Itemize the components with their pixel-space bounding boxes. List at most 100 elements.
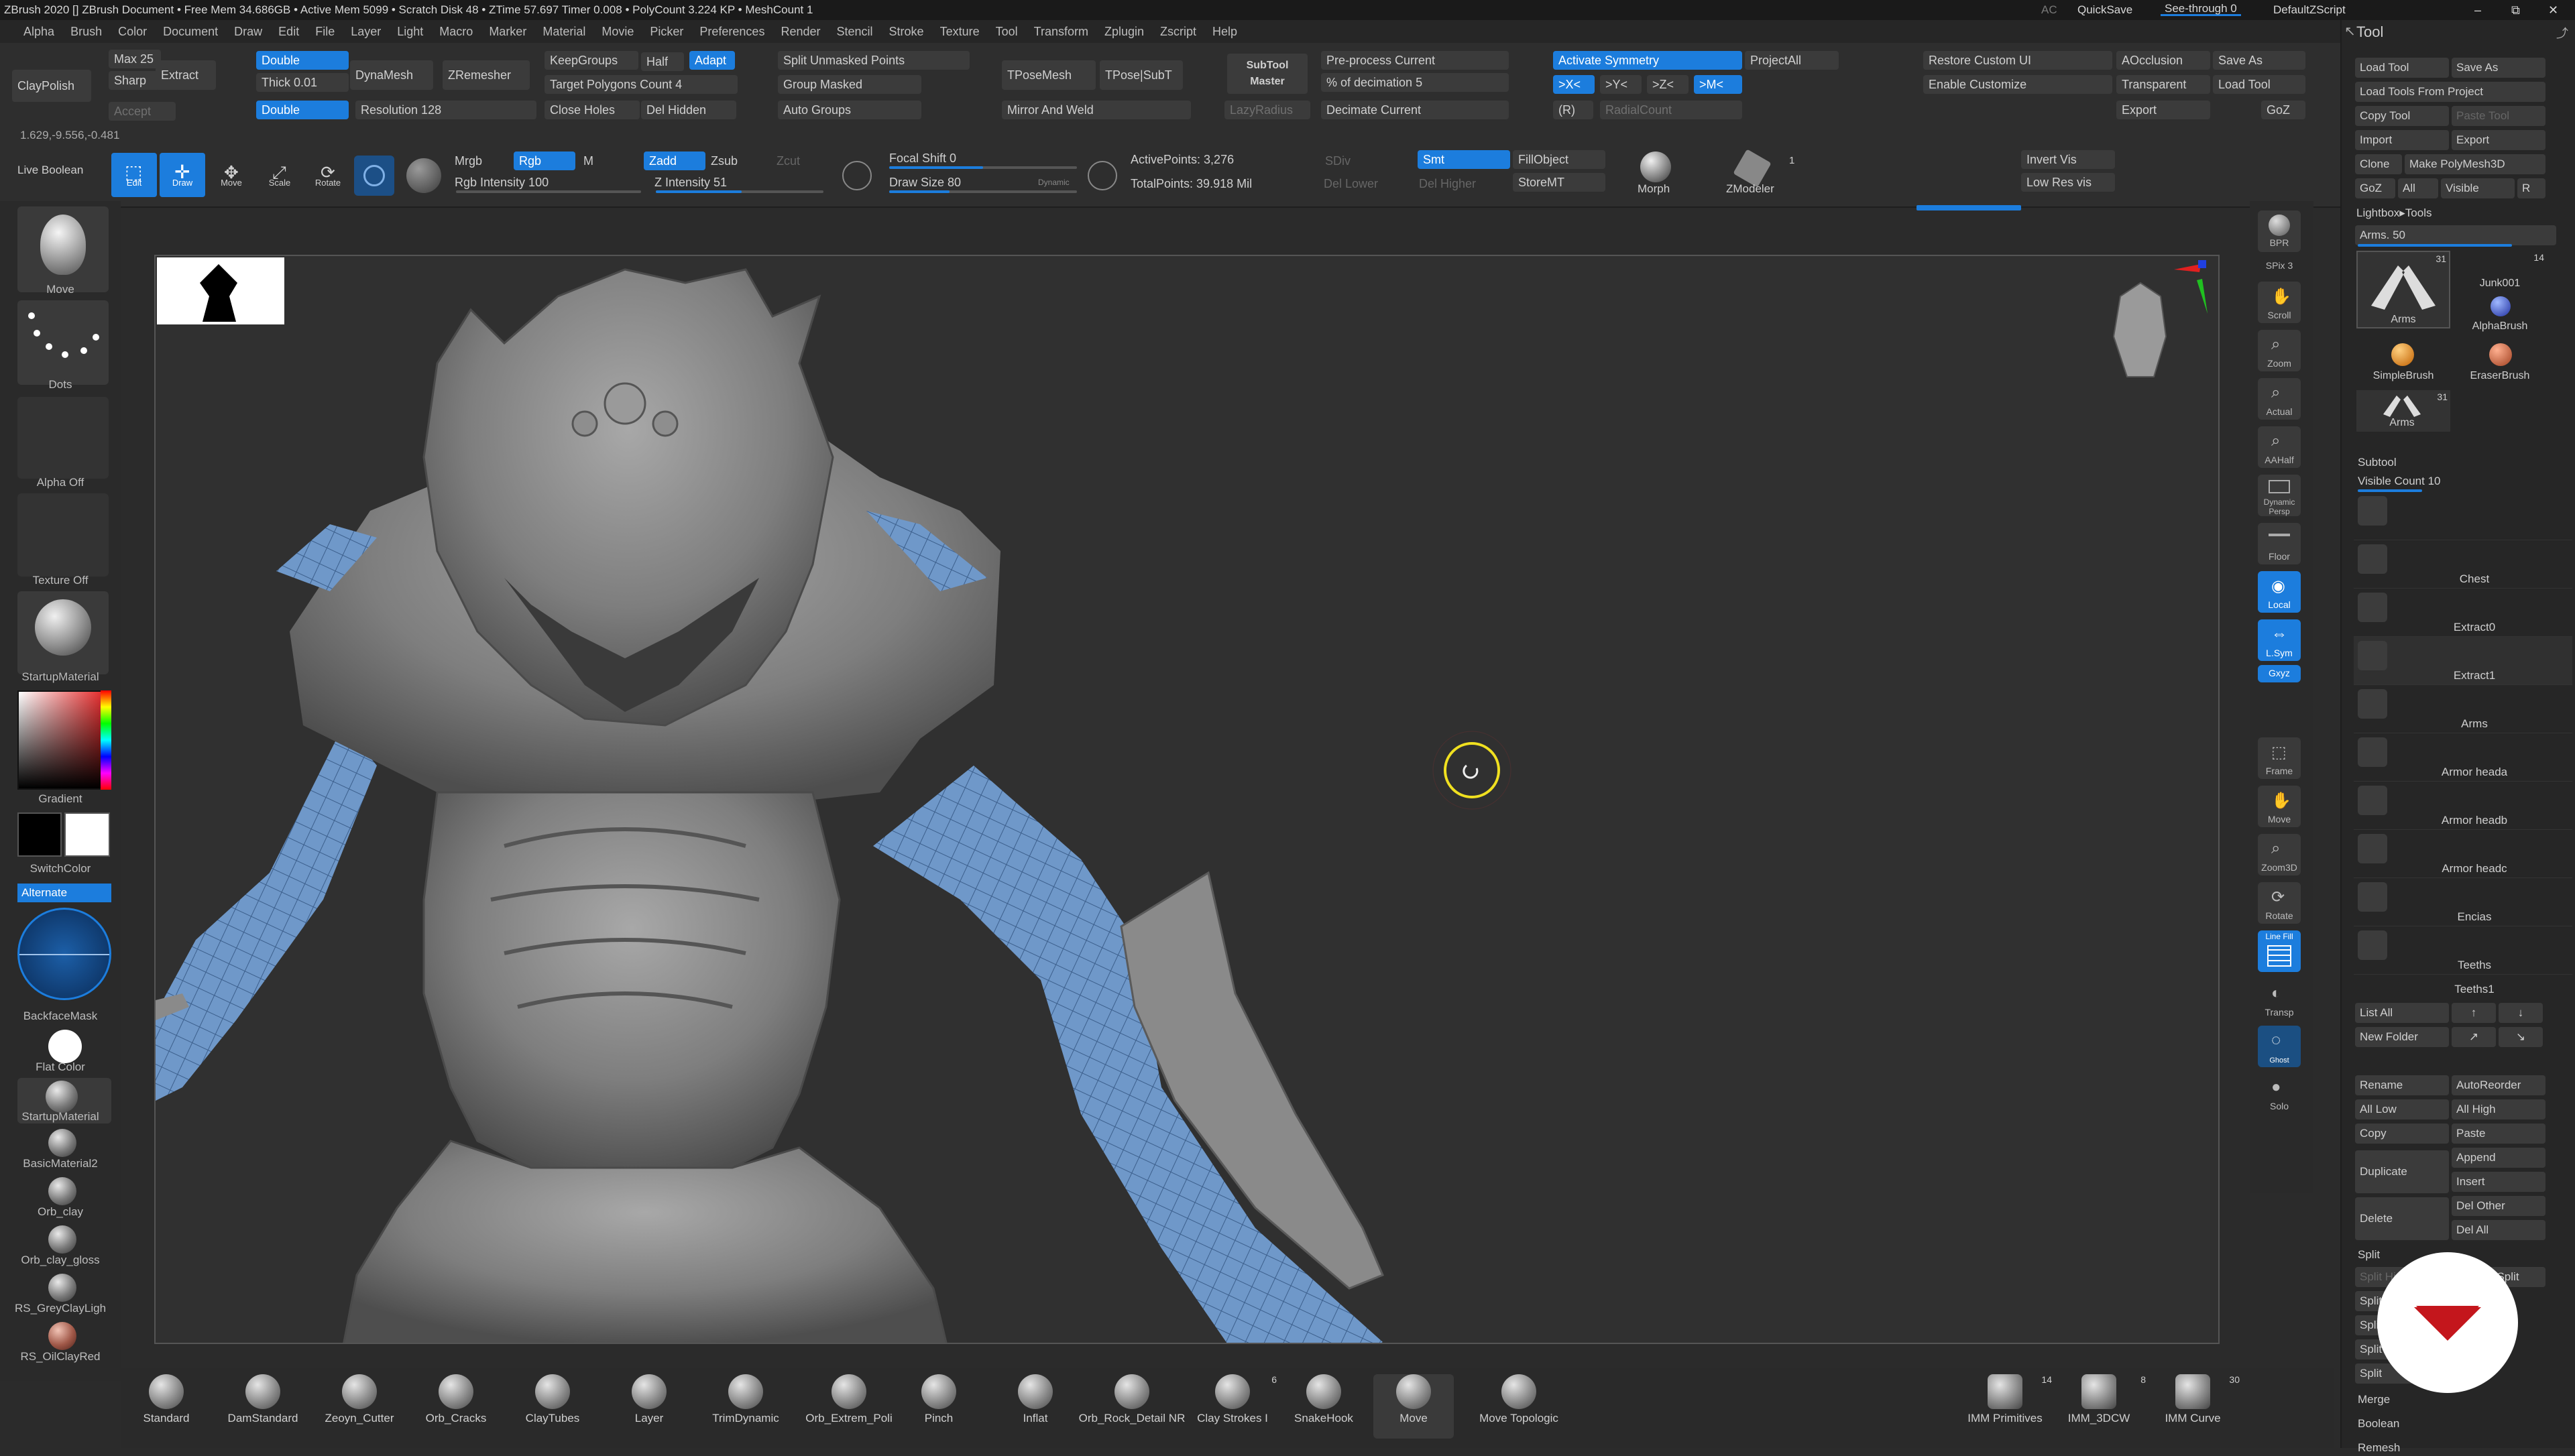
switchcolor-button[interactable]: SwitchColor bbox=[0, 862, 121, 875]
menu-material[interactable]: Material bbox=[534, 20, 593, 43]
orb-clay-gloss-icon[interactable] bbox=[48, 1225, 76, 1254]
boolean-section-title[interactable]: Boolean bbox=[2358, 1416, 2399, 1432]
color-picker[interactable] bbox=[17, 690, 111, 790]
alternate-button[interactable]: Alternate bbox=[17, 884, 111, 902]
brush-move-topologic[interactable]: Move Topologic bbox=[1469, 1374, 1569, 1425]
draw-mode-button[interactable]: ✛ Draw bbox=[160, 153, 205, 197]
brush-pinch[interactable]: Pinch bbox=[899, 1374, 979, 1425]
default-zscript-button[interactable]: DefaultZScript bbox=[2273, 0, 2346, 20]
copy-tool-button[interactable]: Copy Tool bbox=[2355, 106, 2449, 126]
remesh-section-title[interactable]: Remesh bbox=[2358, 1440, 2400, 1456]
menu-render[interactable]: Render bbox=[772, 20, 828, 43]
actual-button[interactable]: ⌕ Actual bbox=[2258, 378, 2301, 420]
claypolish-button[interactable]: ClayPolish bbox=[12, 70, 91, 102]
export-tool-button[interactable]: Export bbox=[2452, 130, 2545, 150]
move-up-icon[interactable]: ↑ bbox=[2452, 1003, 2496, 1023]
main-color-swatch[interactable] bbox=[64, 812, 110, 857]
rotate-mode-button[interactable]: ⟳ Rotate bbox=[306, 153, 350, 197]
startup-material-icon[interactable] bbox=[46, 1081, 78, 1113]
rename-button[interactable]: Rename bbox=[2355, 1075, 2449, 1095]
smt-button[interactable]: Smt bbox=[1418, 150, 1510, 169]
arrow-down-right-icon[interactable]: ↘ bbox=[2499, 1027, 2543, 1047]
subtool-master-button[interactable]: SubTool Master bbox=[1227, 54, 1308, 94]
half-button[interactable]: Half bbox=[641, 52, 684, 71]
subtool-row[interactable]: Teeths1 bbox=[2354, 975, 2572, 1002]
imm-3dcw-brush[interactable]: IMM_3DCW 8 bbox=[2052, 1374, 2146, 1425]
accept-button[interactable]: Accept bbox=[109, 102, 176, 121]
rs-greyclay-icon[interactable] bbox=[48, 1274, 76, 1302]
dynamic-toggle[interactable]: Dynamic bbox=[1038, 174, 1070, 190]
tool-thumb-arms[interactable]: 31 Arms bbox=[2356, 251, 2450, 328]
close-holes-button[interactable]: Close Holes bbox=[545, 101, 640, 119]
save-as-button[interactable]: Save As bbox=[2213, 51, 2305, 70]
subtool-row[interactable]: Encias bbox=[2354, 878, 2572, 926]
goz-visible-button[interactable]: Visible bbox=[2441, 178, 2515, 198]
brush-orb-rock-detail[interactable]: Orb_Rock_Detail NR bbox=[1078, 1374, 1186, 1425]
menu-preferences[interactable]: Preferences bbox=[691, 20, 772, 43]
brush-move[interactable]: Move bbox=[1373, 1374, 1454, 1439]
goz-button[interactable]: GoZ bbox=[2261, 101, 2305, 119]
brush-trimdynamic[interactable]: TrimDynamic bbox=[705, 1374, 786, 1425]
brush-clay-strokes[interactable]: Clay Strokes I6 bbox=[1186, 1374, 1279, 1425]
menu-macro[interactable]: Macro bbox=[431, 20, 481, 43]
brush-layer[interactable]: Layer bbox=[609, 1374, 689, 1425]
move-view-button[interactable]: ✋ Move bbox=[2258, 786, 2301, 827]
z-intensity-slider[interactable]: Z Intensity 51 bbox=[654, 174, 727, 190]
double-button-1[interactable]: Double bbox=[256, 51, 349, 70]
menu-edit[interactable]: Edit bbox=[270, 20, 307, 43]
split-unmasked-points-button[interactable]: Split Unmasked Points bbox=[778, 51, 970, 70]
menu-document[interactable]: Document bbox=[155, 20, 226, 43]
zcut-button[interactable]: Zcut bbox=[777, 153, 800, 169]
decimation-slider[interactable]: % of decimation 5 bbox=[1321, 73, 1509, 92]
fillobject-button[interactable]: FillObject bbox=[1513, 150, 1605, 169]
draw-color-icon[interactable] bbox=[406, 158, 441, 193]
symmetry-z-button[interactable]: >Z< bbox=[1647, 75, 1689, 94]
subtool-row[interactable]: Armor heada bbox=[2354, 733, 2572, 782]
goz-tool-button[interactable]: GoZ bbox=[2355, 178, 2395, 198]
brush-standard[interactable]: Standard bbox=[126, 1374, 207, 1425]
adapt-button[interactable]: Adapt bbox=[689, 51, 735, 70]
spix-slider[interactable]: SPix 3 bbox=[2258, 256, 2301, 278]
subtool-row[interactable]: Chest bbox=[2354, 540, 2572, 589]
texture-slot[interactable] bbox=[17, 493, 109, 577]
persp-button[interactable]: Dynamic Persp bbox=[2258, 475, 2301, 516]
move-mode-button[interactable]: ✥ Move bbox=[209, 153, 253, 197]
subtool-row-selected[interactable]: Extract1 bbox=[2354, 637, 2572, 685]
all-high-button[interactable]: All High bbox=[2452, 1099, 2545, 1119]
live-boolean-button[interactable]: Live Boolean bbox=[17, 162, 83, 178]
scale-mode-button[interactable]: ⤢ Scale bbox=[258, 153, 302, 197]
hue-strip[interactable] bbox=[101, 690, 111, 790]
bpr-button[interactable]: BPR bbox=[2258, 210, 2301, 252]
subtool-row[interactable] bbox=[2354, 492, 2572, 540]
menu-stroke[interactable]: Stroke bbox=[881, 20, 932, 43]
menu-texture[interactable]: Texture bbox=[932, 20, 988, 43]
group-masked-button[interactable]: Group Masked bbox=[778, 75, 921, 94]
rgb-button[interactable]: Rgb bbox=[514, 151, 575, 170]
close-icon[interactable]: ✕ bbox=[2548, 0, 2558, 20]
keepgroups-button[interactable]: KeepGroups bbox=[545, 51, 638, 70]
append-button[interactable]: Append bbox=[2452, 1148, 2545, 1168]
clone-button[interactable]: Clone bbox=[2355, 154, 2402, 174]
material-startup[interactable]: StartupMaterial bbox=[0, 1110, 121, 1124]
lsym-button[interactable]: ⇔ L.Sym bbox=[2258, 619, 2301, 661]
aahalf-button[interactable]: ⌕ AAHalf bbox=[2258, 426, 2301, 468]
menu-layer[interactable]: Layer bbox=[343, 20, 389, 43]
menu-zscript[interactable]: Zscript bbox=[1152, 20, 1204, 43]
radial-r-button[interactable]: (R) bbox=[1553, 101, 1593, 119]
brush-orb-cracks[interactable]: Orb_Cracks bbox=[416, 1374, 496, 1425]
visible-count-slider[interactable]: Visible Count 10 bbox=[2358, 473, 2441, 489]
delete-button[interactable]: Delete bbox=[2355, 1197, 2449, 1240]
menu-stencil[interactable]: Stencil bbox=[829, 20, 881, 43]
ghost-button[interactable]: ◌ Ghost bbox=[2258, 1026, 2301, 1067]
activate-symmetry-button[interactable]: Activate Symmetry bbox=[1553, 51, 1742, 70]
paste-subtool-button[interactable]: Paste bbox=[2452, 1124, 2545, 1144]
del-lower-button[interactable]: Del Lower bbox=[1324, 176, 1378, 192]
polyframe-toggle[interactable] bbox=[354, 156, 394, 196]
menu-tool[interactable]: Tool bbox=[988, 20, 1026, 43]
subtool-row[interactable]: Armor headc bbox=[2354, 830, 2572, 878]
brush-snakehook[interactable]: SnakeHook bbox=[1283, 1374, 1364, 1425]
material-orb-clay-gloss[interactable]: Orb_clay_gloss bbox=[0, 1254, 121, 1267]
zremesher-button[interactable]: ZRemesher bbox=[443, 60, 530, 90]
lightbox-tools-button[interactable]: Lightbox▸Tools bbox=[2356, 205, 2432, 221]
duplicate-button[interactable]: Duplicate bbox=[2355, 1150, 2449, 1193]
